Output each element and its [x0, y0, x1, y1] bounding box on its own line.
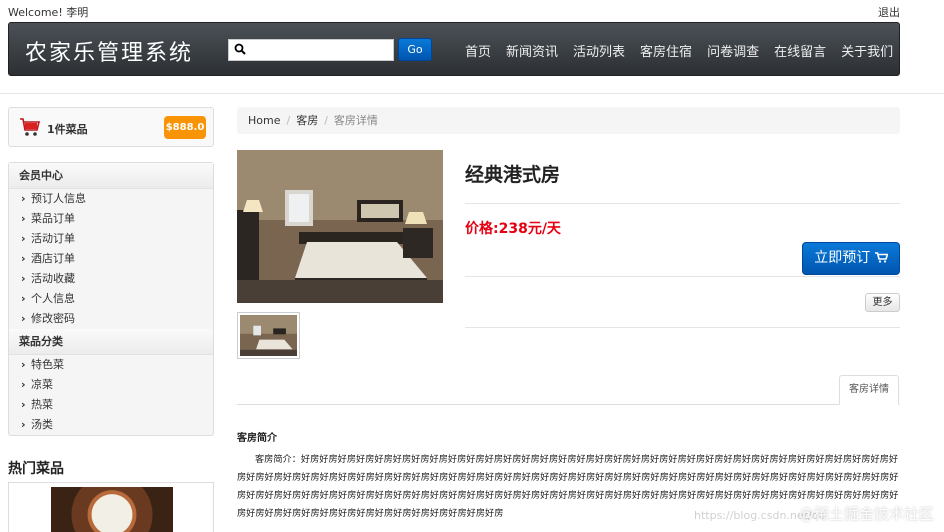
- chevron-right-icon: ›: [21, 192, 26, 205]
- room-price: 价格:238元/天: [465, 221, 561, 237]
- shopping-cart-icon: [20, 118, 41, 136]
- nav-messages[interactable]: 在线留言: [774, 41, 826, 60]
- more-button[interactable]: 更多: [865, 293, 900, 312]
- watermark: @稀土掘金技术社区: [798, 505, 934, 523]
- chevron-right-icon: ›: [21, 418, 26, 431]
- sidebar-item-label: 热菜: [31, 398, 53, 411]
- cart-summary[interactable]: 1件菜品 $888.0: [8, 107, 214, 147]
- hot-dishes-box: [8, 482, 214, 532]
- nav-rooms[interactable]: 客房住宿: [640, 41, 692, 60]
- header-bar: 农家乐管理系统 Go 首页 新闻资讯 活动列表 客房住宿 问卷调查 在线留言 关…: [8, 22, 900, 76]
- room-thumbnail-photo: [240, 315, 297, 356]
- breadcrumb-home[interactable]: Home: [248, 114, 280, 127]
- sidebar-item-cold-dishes[interactable]: › 凉菜: [9, 375, 213, 395]
- cart-count: 1件菜品: [47, 123, 88, 136]
- sidebar-item-dish-orders[interactable]: › 菜品订单: [9, 209, 213, 229]
- chevron-right-icon: ›: [21, 232, 26, 245]
- main-nav: 首页 新闻资讯 活动列表 客房住宿 问卷调查 在线留言 关于我们: [465, 41, 908, 60]
- book-now-label: 立即预订: [814, 250, 871, 266]
- chevron-right-icon: ›: [21, 358, 26, 371]
- room-title: 经典港式房: [465, 164, 561, 186]
- search-input[interactable]: [251, 41, 391, 59]
- room-main-image[interactable]: [237, 150, 443, 303]
- room-thumbnail[interactable]: [237, 312, 300, 359]
- sidebar-item-activity-favorites[interactable]: › 活动收藏: [9, 269, 213, 289]
- sidebar-item-label: 活动订单: [31, 232, 75, 245]
- sidebar-item-activity-orders[interactable]: › 活动订单: [9, 229, 213, 249]
- header-divider: [0, 93, 944, 94]
- sidebar-item-hotel-orders[interactable]: › 酒店订单: [9, 249, 213, 269]
- sidebar-item-specialty[interactable]: › 特色菜: [9, 355, 213, 375]
- member-center-heading: 会员中心: [9, 163, 213, 189]
- sidebar-item-label: 菜品订单: [31, 212, 75, 225]
- nav-survey[interactable]: 问卷调查: [707, 41, 759, 60]
- dish-category-heading: 菜品分类: [9, 329, 213, 355]
- go-button[interactable]: Go: [398, 38, 432, 61]
- chevron-right-icon: ›: [21, 312, 26, 325]
- tab-bar-line: [237, 404, 900, 405]
- sidebar-item-label: 特色菜: [31, 358, 64, 371]
- chevron-right-icon: ›: [21, 292, 26, 305]
- sidebar-item-label: 汤类: [31, 418, 53, 431]
- chevron-right-icon: ›: [21, 272, 26, 285]
- breadcrumb-current: 客房详情: [333, 114, 378, 127]
- tab-room-details[interactable]: 客房详情: [839, 375, 899, 405]
- welcome-text: Welcome! 李明: [8, 6, 89, 19]
- chevron-right-icon: ›: [21, 252, 26, 265]
- chevron-right-icon: ›: [21, 212, 26, 225]
- room-photo: [237, 150, 443, 303]
- breadcrumb-separator: /: [324, 114, 328, 127]
- search-box: [228, 39, 394, 61]
- divider: [465, 203, 900, 204]
- top-bar: Welcome! 李明 退出: [8, 4, 900, 20]
- sidebar-item-booker-info[interactable]: › 预订人信息: [9, 189, 213, 209]
- sidebar-item-change-password[interactable]: › 修改密码: [9, 309, 213, 329]
- sidebar-item-hot-dishes[interactable]: › 热菜: [9, 395, 213, 415]
- sidebar-item-label: 预订人信息: [31, 192, 86, 205]
- sidebar-item-label: 修改密码: [31, 312, 75, 325]
- search-icon: [234, 43, 246, 55]
- cart-icon: [874, 252, 889, 263]
- nav-home[interactable]: 首页: [465, 41, 491, 60]
- breadcrumb-rooms[interactable]: 客房: [296, 114, 318, 127]
- nav-news[interactable]: 新闻资讯: [506, 41, 558, 60]
- cart-amount-badge[interactable]: $888.0: [164, 116, 206, 139]
- sidebar-item-label: 活动收藏: [31, 272, 75, 285]
- breadcrumb: Home / 客房 / 客房详情: [237, 107, 900, 134]
- book-now-button[interactable]: 立即预订: [802, 242, 900, 275]
- nav-about[interactable]: 关于我们: [841, 41, 893, 60]
- sidebar-item-label: 凉菜: [31, 378, 53, 391]
- chevron-right-icon: ›: [21, 378, 26, 391]
- sidebar: 会员中心 › 预订人信息 › 菜品订单 › 活动订单 › 酒店订单 › 活动收藏 › 个人信…: [8, 162, 214, 436]
- nav-activities[interactable]: 活动列表: [573, 41, 625, 60]
- sidebar-item-label: 个人信息: [31, 292, 75, 305]
- sidebar-item-label: 酒店订单: [31, 252, 75, 265]
- hot-dish-image[interactable]: [51, 487, 173, 532]
- hot-dishes-title: 热门菜品: [8, 461, 64, 477]
- sidebar-item-profile[interactable]: › 个人信息: [9, 289, 213, 309]
- divider: [465, 327, 900, 328]
- sidebar-item-soups[interactable]: › 汤类: [9, 415, 213, 435]
- divider: [465, 276, 900, 277]
- breadcrumb-separator: /: [286, 114, 291, 127]
- room-intro-heading: 客房简介: [237, 433, 277, 444]
- chevron-right-icon: ›: [21, 398, 26, 411]
- logout-link[interactable]: 退出: [878, 4, 900, 20]
- brand-title: 农家乐管理系统: [25, 41, 194, 66]
